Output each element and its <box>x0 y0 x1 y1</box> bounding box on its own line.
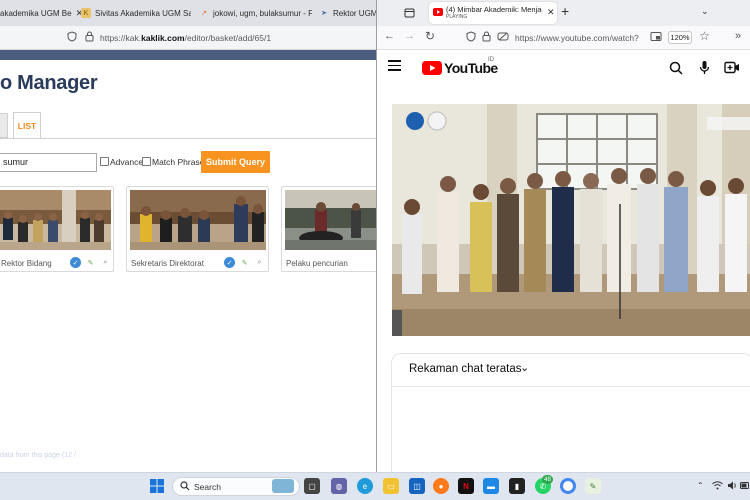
taskbar-search-placeholder: Search <box>194 482 221 492</box>
chart-icon: ↗ <box>201 10 207 17</box>
tab-divider <box>0 138 376 139</box>
edge-browser-icon[interactable]: e <box>357 478 373 494</box>
tab-playing-label: PLAYING <box>446 14 468 20</box>
new-tab-icon[interactable]: + <box>561 3 569 19</box>
app-icon[interactable]: ▬ <box>483 478 499 494</box>
notification-badge: 48 <box>542 475 553 484</box>
tab-label: akademika UGM Be <box>0 8 72 18</box>
chat-title[interactable]: Rekaman chat teratas <box>409 363 522 375</box>
advance-label: Advance <box>110 157 144 167</box>
netflix-icon[interactable]: N <box>458 478 474 494</box>
picture-in-picture-icon[interactable] <box>650 31 662 42</box>
wifi-icon[interactable] <box>712 481 723 490</box>
left-tab-4[interactable]: ➤ Rektor UGM T <box>319 3 376 23</box>
tab-label: Sivitas Akademika UGM Sa <box>95 8 191 18</box>
site-header-strip <box>0 50 376 60</box>
battery-icon[interactable] <box>740 481 750 490</box>
photo-thumbnail[interactable] <box>285 190 376 250</box>
microsoft-store-icon[interactable]: ◫ <box>409 478 425 494</box>
chat-icon[interactable]: ◍ <box>331 478 347 494</box>
photo-caption: Pelaku pencurian <box>286 259 348 268</box>
left-browser-window: akademika UGM Be ✕ K Sivitas Akademika U… <box>0 0 376 472</box>
bookmark-star-icon[interactable]: ☆ <box>699 29 710 43</box>
tab-label: jokowi, ugm, bulaksumur - F <box>213 8 312 18</box>
chrome-icon[interactable] <box>560 478 576 494</box>
paging-text: data from this page (12 / <box>0 452 76 459</box>
close-icon[interactable]: ✕ <box>547 7 555 18</box>
edit-icon[interactable]: ✎ <box>239 257 250 268</box>
photo-caption: Sekretaris Direktorat <box>131 259 204 268</box>
app-icon[interactable]: ▮ <box>509 478 525 494</box>
lock-icon <box>85 31 94 42</box>
arrow-icon: ➤ <box>321 10 327 17</box>
firefox-icon[interactable]: ● <box>433 478 449 494</box>
create-video-icon[interactable] <box>724 61 740 74</box>
page-title: o Manager <box>0 72 98 94</box>
forward-icon[interactable]: → <box>404 30 415 42</box>
youtube-favicon-icon <box>433 8 443 16</box>
search-icon[interactable]: ⌕ <box>100 257 111 268</box>
permissions-icon[interactable] <box>497 31 509 42</box>
youtube-logo-icon[interactable] <box>422 61 442 75</box>
tab-title: (4) Mimbar Akademik: Menjaga <box>446 5 542 14</box>
lock-icon <box>482 31 491 42</box>
reload-icon[interactable]: ↻ <box>425 29 435 43</box>
search-icon[interactable] <box>669 61 683 75</box>
left-tab-2[interactable]: K Sivitas Akademika UGM Sa ✕ <box>81 3 191 23</box>
photo-thumbnail[interactable] <box>130 190 266 250</box>
task-view-icon[interactable]: ▢ <box>304 478 320 494</box>
left-url-bar[interactable]: https://kak.kaklik.com/editor/basket/add… <box>100 33 271 43</box>
left-tab-3[interactable]: ↗ jokowi, ugm, bulaksumur - F ✕ <box>199 3 312 23</box>
app-icon[interactable]: ✎ <box>585 478 601 494</box>
match-phrase-checkbox[interactable] <box>142 157 151 166</box>
tab-overview-icon[interactable] <box>404 7 415 18</box>
match-phrase-label: Match Phrase <box>152 157 205 167</box>
zoom-level[interactable]: 120% <box>668 31 692 44</box>
photo-caption: Rektor Bidang <box>1 259 52 268</box>
photo-card[interactable]: Pelaku pencurian <box>281 186 376 272</box>
photo-card[interactable]: Sekretaris Direktorat ✓ ✎ ⌕ <box>126 186 269 272</box>
microphone-icon[interactable] <box>699 60 710 75</box>
search-input[interactable]: sumur <box>0 153 97 172</box>
file-explorer-icon[interactable]: ▭ <box>383 478 399 494</box>
photo-card[interactable]: Rektor Bidang ✓ ✎ ⌕ <box>0 186 114 272</box>
chevron-down-icon[interactable]: ⌄ <box>520 361 529 374</box>
taskbar <box>0 472 750 500</box>
back-icon[interactable]: ← <box>384 30 395 42</box>
video-player[interactable] <box>392 104 750 336</box>
checkmark-icon[interactable]: ✓ <box>70 257 81 268</box>
checkmark-icon[interactable]: ✓ <box>224 257 235 268</box>
right-browser-window: (4) Mimbar Akademik: Menjaga PLAYING ✕ +… <box>376 0 750 472</box>
chat-divider <box>392 386 750 387</box>
overflow-icon[interactable]: » <box>735 30 741 42</box>
edit-icon[interactable]: ✎ <box>85 257 96 268</box>
chevron-down-icon[interactable]: ⌄ <box>701 6 709 17</box>
photo-thumbnail[interactable] <box>0 190 111 250</box>
left-tab-1[interactable]: akademika UGM Be ✕ <box>0 3 86 23</box>
url-prefix: https://kak. <box>100 33 142 43</box>
windows-start-icon[interactable] <box>150 479 164 493</box>
tab-label: Rektor UGM T <box>333 8 376 18</box>
tab-previous[interactable] <box>0 113 8 138</box>
volume-icon[interactable] <box>727 481 738 490</box>
chevron-up-icon[interactable]: ⌃ <box>697 481 704 490</box>
submit-query-button[interactable]: Submit Query <box>201 151 270 173</box>
shield-icon <box>466 31 476 42</box>
url-domain: kaklik.com <box>141 33 185 43</box>
url-path: /editor/basket/add/65/1 <box>184 33 272 43</box>
advance-checkbox[interactable] <box>100 157 109 166</box>
right-url-bar[interactable]: https://www.youtube.com/watch? <box>515 33 645 43</box>
tab-list[interactable]: LIST <box>13 112 41 139</box>
shield-icon <box>67 31 77 42</box>
search-icon <box>180 481 190 491</box>
k-icon: K <box>81 8 91 18</box>
region-code: ID <box>488 57 494 63</box>
search-icon[interactable]: ⌕ <box>254 257 265 268</box>
search-highlight-icon[interactable] <box>272 479 294 493</box>
hamburger-menu-icon[interactable] <box>388 60 401 71</box>
